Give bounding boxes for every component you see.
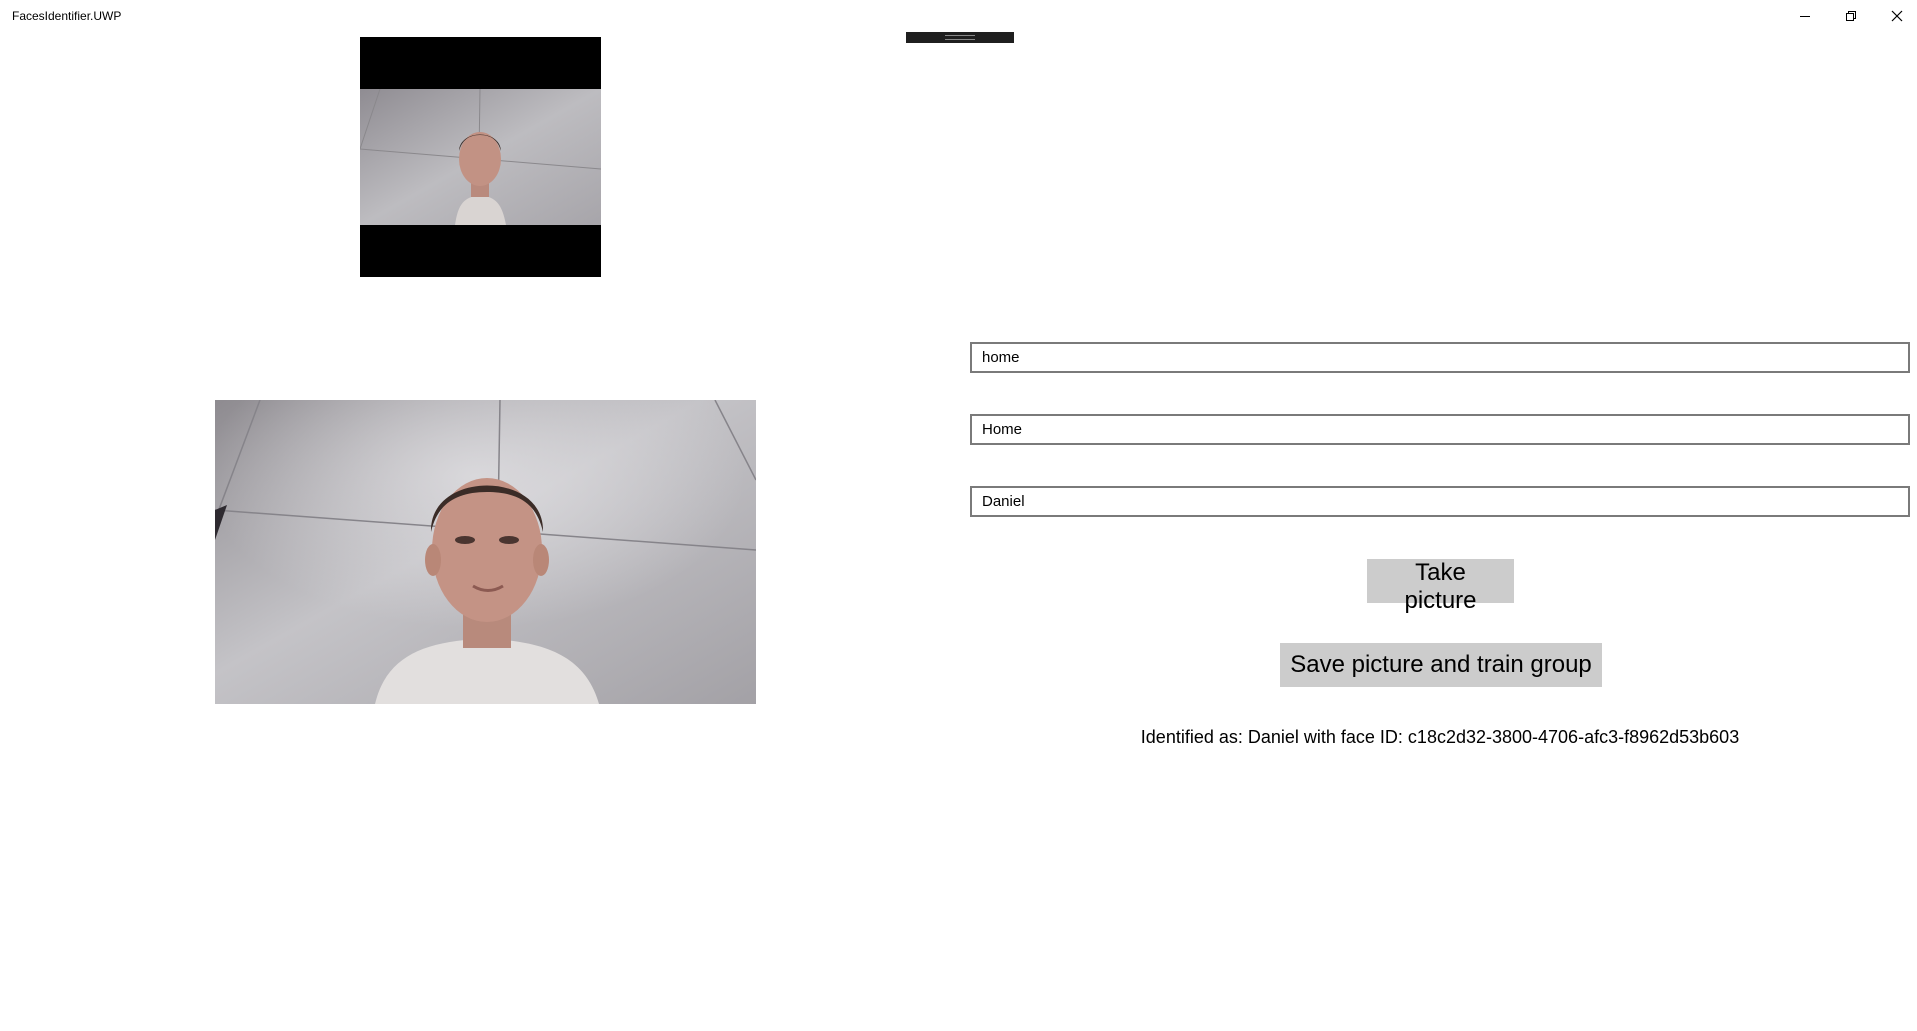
close-icon — [1891, 10, 1903, 22]
close-button[interactable] — [1874, 0, 1917, 32]
captured-face-image — [215, 400, 756, 704]
minimize-button[interactable] — [1782, 0, 1828, 32]
drag-handle[interactable] — [906, 32, 1014, 43]
app-window: FacesIdentifier.UWP home Home Daniel Tak… — [0, 0, 1917, 1031]
camera-preview-small — [360, 37, 601, 277]
restore-icon — [1846, 11, 1856, 21]
identification-status: Identified as: Daniel with face ID: c18c… — [1140, 727, 1740, 747]
webcam-face-image — [360, 89, 601, 225]
group-id-field[interactable] — [970, 342, 1910, 373]
captured-picture — [215, 400, 756, 704]
grip-icon — [945, 35, 975, 40]
person-name-field[interactable] — [970, 486, 1910, 517]
camera-preview-small-frame — [360, 89, 601, 225]
minimize-icon — [1800, 16, 1810, 17]
restore-button[interactable] — [1828, 0, 1874, 32]
window-title: FacesIdentifier.UWP — [12, 9, 122, 23]
take-picture-button[interactable]: Take picture — [1367, 559, 1514, 614]
save-and-train-button[interactable]: Save picture and train group — [1280, 643, 1602, 687]
group-name-field[interactable] — [970, 414, 1910, 445]
